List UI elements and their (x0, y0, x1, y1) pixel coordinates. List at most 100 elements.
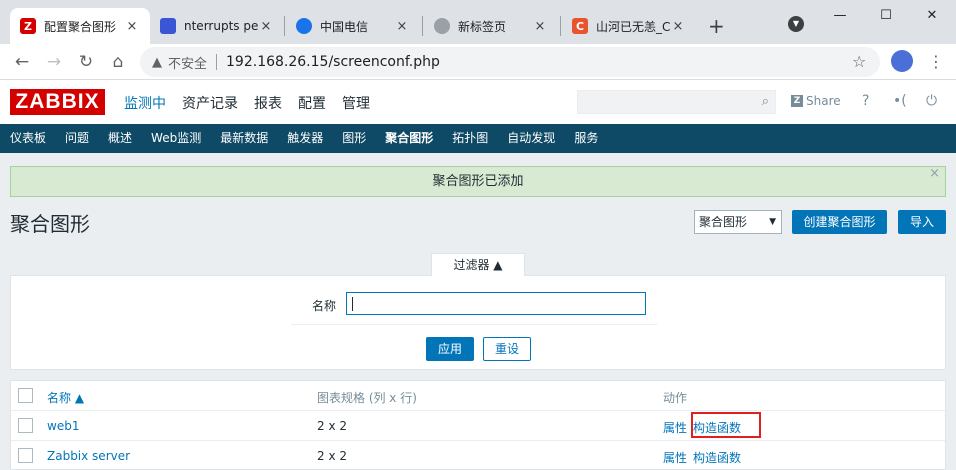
tab-title: 山河已无恙_C (596, 19, 670, 34)
global-search-input[interactable]: ⌕ (577, 90, 776, 114)
new-tab-button[interactable]: + (708, 14, 725, 38)
reset-filter-button[interactable]: 重设 (483, 337, 531, 361)
insecure-label: 不安全 (168, 56, 208, 72)
share-link[interactable]: Z Share (791, 94, 841, 108)
tab-separator (422, 16, 423, 36)
sub-menu-triggers[interactable]: 触发器 (287, 124, 323, 153)
bookmark-star-icon[interactable]: ☆ (852, 52, 866, 71)
screen-dimension: 2 x 2 (317, 449, 347, 463)
browser-tab-4[interactable]: C 山河已无恙_C × (562, 8, 696, 44)
table-header-row: 名称 ▲ 图表规格 (列 x 行) 动作 (11, 381, 945, 411)
tab-title: 新标签页 (458, 19, 507, 34)
main-menu-inventory[interactable]: 资产记录 (182, 93, 238, 113)
browser-tab-1[interactable]: nterrupts pe × (150, 8, 284, 44)
sub-menu-graphs[interactable]: 图形 (342, 124, 366, 153)
profile-avatar[interactable] (891, 50, 913, 72)
filter-name-input[interactable] (346, 292, 646, 315)
screen-type-value: 聚合图形 (699, 215, 748, 229)
table-row: web1 2 x 2 属性 构造函数 (11, 411, 945, 441)
text-caret (352, 297, 353, 311)
user-profile-icon[interactable]: •( (893, 93, 907, 109)
close-tab-icon[interactable]: × (124, 19, 140, 34)
tab-title: 配置聚合图形 (44, 19, 117, 34)
properties-link[interactable]: 属性 (663, 449, 687, 466)
sub-menu-services[interactable]: 服务 (574, 124, 598, 153)
share-label: Share (806, 94, 841, 108)
screen-type-select[interactable]: 聚合图形 ▼ (694, 210, 782, 234)
warning-icon: ▲ (152, 54, 162, 70)
back-arrow-icon[interactable]: ← (12, 52, 32, 72)
screen-name-link[interactable]: web1 (47, 419, 79, 433)
filter-tab[interactable]: 过滤器 ▲ (431, 253, 525, 276)
zabbix-header: ZABBIX 监测中 资产记录 报表 配置 管理 ⌕ Z Share ? •( … (0, 80, 956, 124)
main-menu-administration[interactable]: 管理 (342, 93, 370, 113)
apply-filter-button[interactable]: 应用 (426, 337, 474, 361)
browser-tab-0[interactable]: Z 配置聚合图形 × (10, 8, 150, 44)
minimize-button[interactable]: — (830, 8, 850, 23)
site-favicon-icon (160, 18, 176, 34)
browser-tab-2[interactable]: 中国电信 × (286, 8, 420, 44)
maximize-button[interactable]: ☐ (876, 8, 896, 23)
close-tab-icon[interactable]: × (670, 19, 686, 34)
row-checkbox[interactable] (18, 448, 33, 463)
row-checkbox[interactable] (18, 418, 33, 433)
table-row: Zabbix server 2 x 2 属性 构造函数 (11, 441, 945, 470)
sub-menu-screens[interactable]: 聚合图形 (385, 124, 433, 153)
browser-tab-strip: Z 配置聚合图形 × nterrupts pe × 中国电信 × 新标签页 × … (0, 0, 956, 44)
search-icon[interactable]: ⌕ (762, 94, 769, 109)
browser-tab-3[interactable]: 新标签页 × (424, 8, 558, 44)
sub-menu-dashboard[interactable]: 仪表板 (10, 124, 46, 153)
screen-name-link[interactable]: Zabbix server (47, 449, 130, 463)
tab-separator (284, 16, 285, 36)
zabbix-favicon-icon: Z (20, 18, 36, 34)
header-dimension: 图表规格 (列 x 行) (317, 391, 417, 405)
filter-name-label: 名称 (312, 299, 337, 313)
success-message-text: 聚合图形已添加 (432, 174, 524, 189)
sign-out-icon[interactable]: ⏻ (926, 93, 937, 109)
omnibox[interactable]: ▲ 不安全 192.168.26.15/screenconf.php (140, 47, 880, 77)
sub-menu-discovery[interactable]: 自动发现 (507, 124, 555, 153)
create-screen-button[interactable]: 创建聚合图形 (792, 210, 887, 234)
tab-search-icon[interactable]: ▼ (788, 16, 804, 32)
close-tab-icon[interactable]: × (394, 19, 410, 34)
window-close-button[interactable]: ✕ (922, 8, 942, 23)
browser-menu-icon[interactable]: ⋮ (928, 52, 944, 71)
main-menu-configuration[interactable]: 配置 (298, 93, 326, 113)
sub-menu: 仪表板 问题 概述 Web监测 最新数据 触发器 图形 聚合图形 拓扑图 自动发… (0, 124, 956, 153)
constructor-link[interactable]: 构造函数 (693, 449, 741, 466)
sub-menu-web[interactable]: Web监测 (151, 124, 201, 153)
filter-panel: 名称 应用 重设 (10, 275, 946, 370)
close-tab-icon[interactable]: × (258, 19, 274, 34)
zabbix-logo[interactable]: ZABBIX (10, 89, 105, 115)
home-icon[interactable]: ⌂ (108, 52, 128, 72)
tab-title: nterrupts pe (184, 19, 258, 33)
header-actions: 动作 (663, 391, 688, 405)
sub-menu-problems[interactable]: 问题 (65, 124, 89, 153)
close-message-icon[interactable]: × (929, 159, 940, 188)
forward-arrow-icon[interactable]: → (44, 52, 64, 72)
header-name[interactable]: 名称 ▲ (47, 389, 84, 406)
import-button[interactable]: 导入 (898, 210, 946, 234)
sub-menu-overview[interactable]: 概述 (108, 124, 132, 153)
select-all-checkbox[interactable] (18, 388, 33, 403)
chevron-down-icon: ▼ (769, 217, 776, 227)
main-menu-reports[interactable]: 报表 (254, 93, 282, 113)
close-tab-icon[interactable]: × (532, 19, 548, 34)
highlight-box (691, 412, 761, 438)
omnibox-divider (216, 54, 218, 70)
filter-divider (291, 324, 657, 325)
address-bar-row: ← → ↻ ⌂ ▲ 不安全 192.168.26.15/screenconf.p… (0, 44, 956, 80)
tab-title: 中国电信 (320, 19, 369, 34)
sub-menu-latest-data[interactable]: 最新数据 (220, 124, 268, 153)
main-menu-monitoring[interactable]: 监测中 (124, 93, 166, 113)
help-icon[interactable]: ? (862, 93, 869, 109)
main-menu: 监测中 资产记录 报表 配置 管理 (124, 93, 370, 113)
properties-link[interactable]: 属性 (663, 419, 687, 436)
success-message: 聚合图形已添加 × (10, 166, 946, 197)
sub-menu-maps[interactable]: 拓扑图 (452, 124, 488, 153)
url-text: 192.168.26.15/screenconf.php (226, 54, 440, 70)
reload-icon[interactable]: ↻ (76, 52, 96, 72)
csdn-favicon-icon: C (572, 18, 588, 34)
share-icon: Z (791, 95, 803, 107)
tab-separator (560, 16, 561, 36)
